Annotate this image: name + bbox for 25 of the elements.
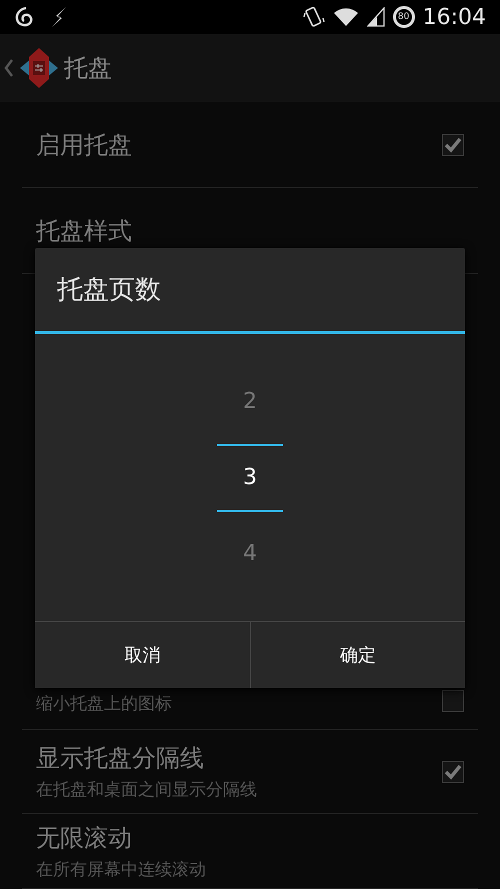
setting-title: 托盘样式 [36,216,133,246]
setting-description: 在所有屏幕中连续滚动 [36,858,207,880]
picker-value[interactable]: 3 [217,444,283,512]
setting-title: 无限滚动 [36,822,133,854]
checkbox[interactable] [442,134,464,156]
setting-description: 在托盘和桌面之间显示分隔线 [36,779,258,801]
setting-description: 缩小托盘上的图标 [36,693,173,715]
clock: 16:04 [422,4,486,30]
app-logo-icon[interactable] [18,46,60,90]
checkbox[interactable] [442,690,464,712]
battery-indicator: 80 [392,6,415,28]
dialog-button[interactable]: 确定 [250,622,465,688]
music-app-icon [14,6,34,28]
back-icon[interactable] [4,58,14,78]
screen-title: 托盘 [64,53,112,84]
checkbox[interactable] [442,760,464,782]
setting-title: 显示托盘分隔线 [36,743,205,774]
signal-icon [366,7,385,27]
number-picker[interactable]: 2 3 4 [35,334,465,621]
wifi-icon [332,7,359,27]
lightning-icon [50,6,68,28]
dialog-button[interactable]: 取消 [35,622,250,688]
setting-title: 启用托盘 [36,130,133,160]
dialog-title: 托盘页数 [57,274,161,307]
vibrate-icon [302,5,325,29]
